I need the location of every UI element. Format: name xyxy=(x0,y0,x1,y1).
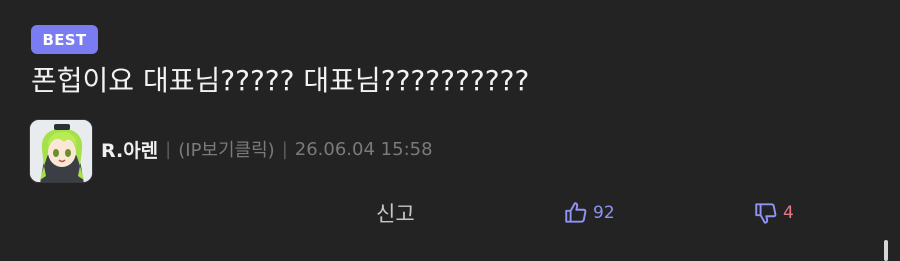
dislike-button[interactable]: 4 xyxy=(753,196,794,230)
dislike-count: 4 xyxy=(783,203,794,223)
scrollbar[interactable] xyxy=(884,240,888,261)
ip-view-link[interactable]: (IP보기클릭) xyxy=(178,136,274,162)
thumbs-down-icon xyxy=(753,200,779,226)
author-name[interactable]: R.아렌 xyxy=(101,136,158,163)
comment-text: 폰헙이요 대표님????? 대표님?????????? xyxy=(31,64,530,97)
thumbs-up-icon xyxy=(563,200,589,226)
avatar-image xyxy=(30,120,92,182)
avatar[interactable] xyxy=(29,119,93,183)
like-button[interactable]: 92 xyxy=(563,196,615,230)
comment-meta: R.아렌 | (IP보기클릭) | 26.06.04 15:58 xyxy=(101,135,433,163)
separator: | xyxy=(281,138,288,160)
best-comment: BEST 폰헙이요 대표님????? 대표님?????????? R.아렌 | … xyxy=(0,0,900,261)
report-button[interactable]: 신고 xyxy=(376,196,415,230)
separator: | xyxy=(165,138,172,160)
best-badge: BEST xyxy=(31,25,98,54)
comment-date: 26.06.04 15:58 xyxy=(294,138,433,160)
like-count: 92 xyxy=(593,203,615,223)
